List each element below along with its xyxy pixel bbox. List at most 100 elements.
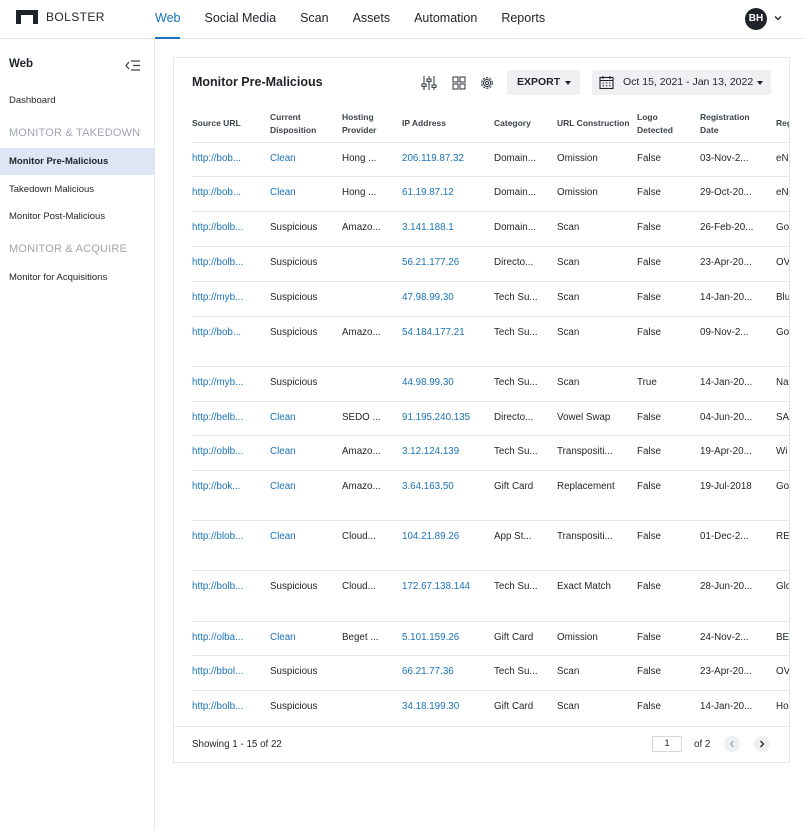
table-row[interactable]: http://oblb... Clean Amazo... 3.12.124.139 T… [192, 434, 789, 470]
sidebar-item-monitor-pre-malicious[interactable]: Monitor Pre-Malicious [0, 148, 154, 175]
cell-ip-address[interactable]: 5.101.159.26 [402, 620, 494, 655]
cell-logo-detected: False [637, 620, 700, 655]
nav-scan[interactable]: Scan [300, 0, 329, 39]
nav-assets[interactable]: Assets [353, 0, 391, 39]
column-header[interactable]: Hosting Provider [342, 106, 402, 142]
cell-source-url[interactable]: http://bob... [192, 141, 270, 176]
cell-source-url[interactable]: http://oblb... [192, 434, 270, 470]
next-page-button[interactable] [754, 736, 770, 752]
cell-ip-address[interactable]: 54.184.177.21 [402, 315, 494, 366]
cell-registrar: Na [776, 365, 789, 401]
column-header[interactable]: URL Construction [557, 106, 637, 142]
cell-logo-detected: False [637, 569, 700, 621]
column-header[interactable]: Source URL [192, 106, 270, 142]
table-row[interactable]: http://bolb... Suspicious Amazo... 3.141.18… [192, 210, 789, 246]
cell-source-url[interactable]: http://myb... [192, 280, 270, 316]
cell-registrar: Go [776, 210, 789, 246]
cell-logo-detected: False [637, 434, 700, 470]
brand-logo[interactable]: BOLSTER [16, 10, 105, 24]
page-title: Monitor Pre-Malicious [192, 75, 323, 89]
sidebar-item-takedown-malicious[interactable]: Takedown Malicious [0, 176, 154, 203]
filter-sliders-icon[interactable] [421, 75, 437, 91]
cell-registrar: Wi [776, 434, 789, 470]
cell-ip-address[interactable]: 3.141.188.1 [402, 210, 494, 246]
table-row[interactable]: http://bob... Suspicious Amazo... 54.184.17… [192, 315, 789, 366]
main-card: Monitor Pre-Malicious EXPORT Oct 15, 202… [173, 57, 790, 763]
cell-ip-address[interactable]: 66.21.77.36 [402, 654, 494, 690]
cell-disposition: Suspicious [270, 569, 342, 621]
table-row[interactable]: http://bbol... Suspicious 66.21.77.36 Tech … [192, 654, 789, 690]
sidebar-item-dashboard[interactable]: Dashboard [0, 87, 154, 114]
cell-source-url[interactable]: http://bolb... [192, 245, 270, 281]
cell-source-url[interactable]: http://bolb... [192, 210, 270, 246]
prev-page-button[interactable] [724, 736, 740, 752]
chevron-down-icon[interactable] [773, 13, 783, 23]
collapse-sidebar-icon[interactable] [125, 59, 141, 72]
column-header[interactable]: Registration Date [700, 106, 776, 142]
calendar-icon [599, 76, 614, 90]
sidebar-item-monitor-acquisitions[interactable]: Monitor for Acquisitions [0, 264, 154, 291]
cell-ip-address[interactable]: 47.98.99.30 [402, 280, 494, 316]
table-row[interactable]: http://myb... Suspicious 47.98.99.30 Tech S… [192, 280, 789, 316]
cell-ip-address[interactable]: 3.64.163.50 [402, 469, 494, 520]
cell-logo-detected: False [637, 519, 700, 570]
nav-automation[interactable]: Automation [414, 0, 477, 39]
cell-registrar: RE [776, 519, 789, 570]
page-number-input[interactable]: 1 [652, 736, 682, 752]
cell-registrar: SA [776, 400, 789, 435]
cell-hosting-provider [342, 280, 402, 316]
cell-ip-address[interactable]: 104.21.89.26 [402, 519, 494, 570]
grid-view-icon[interactable] [451, 75, 467, 91]
cell-ip-address[interactable]: 56.21.177.26 [402, 245, 494, 281]
column-header[interactable]: Current Disposition [270, 106, 342, 142]
cell-category: Gift Card [494, 620, 557, 655]
cell-logo-detected: False [637, 689, 700, 725]
table-row[interactable]: http://myb... Suspicious 44.98.99.30 Tech S… [192, 365, 789, 401]
cell-source-url[interactable]: http://bbol... [192, 654, 270, 690]
cell-source-url[interactable]: http://bolb... [192, 689, 270, 725]
export-label: EXPORT [517, 76, 561, 88]
column-header[interactable]: Reg [776, 106, 789, 142]
nav-social-media[interactable]: Social Media [204, 0, 276, 39]
cell-ip-address[interactable]: 34.18.199.30 [402, 689, 494, 725]
cell-source-url[interactable]: http://belb... [192, 400, 270, 435]
table-row[interactable]: http://blob... Clean Cloud... 104.21.89.26 A… [192, 519, 789, 570]
cell-ip-address[interactable]: 61.19.87.12 [402, 175, 494, 211]
cell-source-url[interactable]: http://olba... [192, 620, 270, 655]
cell-ip-address[interactable]: 172.67.138.144 [402, 569, 494, 621]
date-range-picker[interactable]: Oct 15, 2021 - Jan 13, 2022 [592, 70, 771, 95]
table-row[interactable]: http://bolb... Suspicious Cloud... 172.67.1… [192, 569, 789, 621]
gear-icon[interactable] [479, 75, 495, 91]
cell-source-url[interactable]: http://blob... [192, 519, 270, 570]
cell-ip-address[interactable]: 3.12.124.139 [402, 434, 494, 470]
sidebar-item-monitor-post-malicious[interactable]: Monitor Post-Malicious [0, 203, 154, 230]
cell-url-construction: Transpositi... [557, 519, 637, 570]
column-header[interactable]: Logo Detected [637, 106, 700, 142]
cell-registrar: Glo [776, 569, 789, 621]
cell-hosting-provider: Amazo... [342, 315, 402, 366]
cell-registration-date: 03-Nov-2... [700, 141, 776, 176]
cell-category: Tech Su... [494, 315, 557, 366]
cell-source-url[interactable]: http://myb... [192, 365, 270, 401]
cell-ip-address[interactable]: 44.98.99.30 [402, 365, 494, 401]
cell-source-url[interactable]: http://bolb... [192, 569, 270, 621]
nav-reports[interactable]: Reports [501, 0, 545, 39]
table-row[interactable]: http://olba... Clean Beget ... 5.101.159.26… [192, 620, 789, 655]
table-row[interactable]: http://bob... Clean Hong ... 61.19.87.12 Dom… [192, 175, 789, 211]
cell-ip-address[interactable]: 206.119.87.32 [402, 141, 494, 176]
cell-source-url[interactable]: http://bok... [192, 469, 270, 520]
table-row[interactable]: http://bok... Clean Amazo... 3.64.163.50 Gif… [192, 469, 789, 520]
table-row[interactable]: http://bolb... Suspicious 56.21.177.26 Dire… [192, 245, 789, 281]
export-button[interactable]: EXPORT [507, 70, 580, 95]
table-row[interactable]: http://belb... Clean SEDO ... 91.195.240.13… [192, 400, 789, 435]
column-header[interactable]: Category [494, 106, 557, 142]
column-header[interactable]: IP Address [402, 106, 494, 142]
table-row[interactable]: http://bob... Clean Hong ... 206.119.87.32 D… [192, 141, 789, 176]
cell-source-url[interactable]: http://bob... [192, 315, 270, 366]
table-row[interactable]: http://bolb... Suspicious 34.18.199.30 Gift… [192, 689, 789, 725]
avatar[interactable]: BH [745, 8, 767, 30]
cell-source-url[interactable]: http://bob... [192, 175, 270, 211]
nav-web[interactable]: Web [155, 0, 181, 39]
cell-ip-address[interactable]: 91.195.240.135 [402, 400, 494, 435]
cell-registration-date: 19-Jul-2018 [700, 469, 776, 520]
